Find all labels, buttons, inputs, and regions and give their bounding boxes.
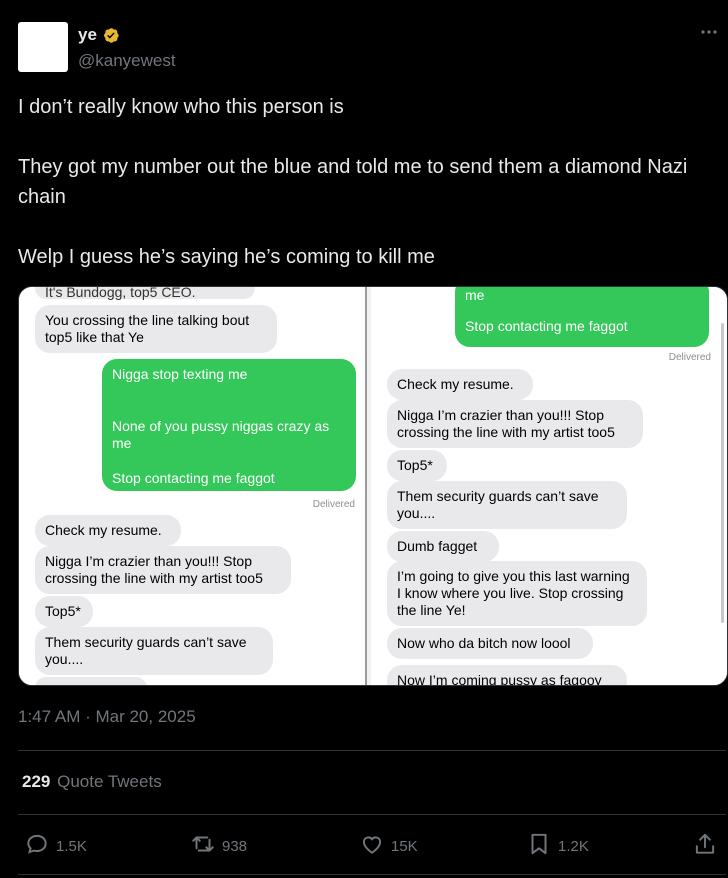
reply-icon: [24, 831, 50, 861]
message-bubble-received: Them security guards can’t save you....: [35, 627, 273, 675]
bookmark-icon: [526, 831, 552, 861]
quote-tweets-label: Quote Tweets: [57, 772, 162, 791]
message-bubble-received: Nigga I’m crazier than you!!! Stop cross…: [387, 400, 643, 448]
reply-button[interactable]: 1.5K: [24, 831, 87, 861]
message-bubble-received: Check my resume.: [387, 369, 533, 400]
sent-line: Stop contacting me faggot: [112, 470, 275, 486]
verified-badge-icon: [101, 26, 120, 45]
bookmark-button[interactable]: 1.2K: [526, 831, 589, 861]
divider: [18, 814, 726, 815]
reply-count: 1.5K: [56, 837, 87, 855]
tweet-media[interactable]: It's Bundogg, top5 CEO. You crossing the…: [18, 286, 728, 686]
divider: [18, 874, 726, 875]
message-bubble-received: You crossing the line talking bout top5 …: [35, 305, 277, 353]
message-bubble-received: Top5*: [35, 596, 93, 627]
message-bubble-received: Nigga I’m crazier than you!!! Stop cross…: [35, 546, 291, 594]
media-screenshot-left[interactable]: It's Bundogg, top5 CEO. You crossing the…: [19, 287, 365, 685]
message-bubble-received: It's Bundogg, top5 CEO.: [35, 287, 255, 300]
tweet-line: Welp I guess he’s saying he’s coming to …: [18, 246, 435, 268]
message-bubble-sent: Nigga stop texting me None of you pussy …: [102, 359, 356, 491]
bookmark-count: 1.2K: [558, 837, 589, 855]
like-count: 15K: [391, 837, 418, 855]
message-bubble-received: Check my resume.: [35, 515, 181, 546]
delivered-label: Delivered: [668, 352, 711, 363]
repost-icon: [190, 831, 216, 861]
like-icon: [359, 831, 385, 861]
tweet-line: They got my number out the blue and told…: [18, 156, 688, 208]
divider: [18, 750, 726, 751]
author-display-name[interactable]: ye: [78, 25, 97, 45]
more-icon[interactable]: [700, 22, 718, 40]
author-handle[interactable]: @kanyewest: [78, 51, 176, 71]
media-screenshot-right[interactable]: me Stop contacting me faggot Delivered C…: [371, 287, 727, 685]
share-icon: [692, 831, 718, 861]
avatar[interactable]: [18, 22, 68, 72]
scrollbar: [721, 323, 724, 623]
quote-tweets-link[interactable]: 229 Quote Tweets: [22, 772, 162, 792]
message-bubble-received: Them security guards can’t save you....: [387, 481, 627, 529]
sent-line: Stop contacting me faggot: [465, 318, 628, 334]
tweet-timestamp[interactable]: 1:47 AM · Mar 20, 2025: [18, 707, 196, 727]
message-bubble-sent: me Stop contacting me faggot: [455, 287, 709, 347]
sent-line: None of you pussy niggas crazy as me: [112, 418, 330, 451]
like-button[interactable]: 15K: [359, 831, 418, 861]
message-bubble-received: [35, 677, 147, 685]
message-bubble-received: Dumb fagget: [387, 531, 499, 562]
author-name-row: ye: [78, 25, 120, 45]
sent-line: Nigga stop texting me: [112, 366, 248, 382]
delivered-label: Delivered: [312, 499, 355, 510]
repost-button[interactable]: 938: [190, 831, 247, 861]
message-bubble-received: Now I’m coming pussy as fagooy: [387, 665, 627, 685]
tweet-text: I don’t really know who this person is T…: [18, 92, 718, 272]
message-bubble-received: Now who da bitch now loool: [387, 628, 593, 659]
repost-count: 938: [222, 837, 248, 855]
share-button[interactable]: [692, 831, 718, 861]
quote-tweets-count: 229: [22, 772, 51, 791]
message-bubble-received: I’m going to give you this last warning …: [387, 561, 647, 626]
message-bubble-received: Top5*: [387, 450, 447, 481]
tweet-line: I don’t really know who this person is: [18, 96, 344, 118]
sent-line: me: [465, 287, 485, 303]
